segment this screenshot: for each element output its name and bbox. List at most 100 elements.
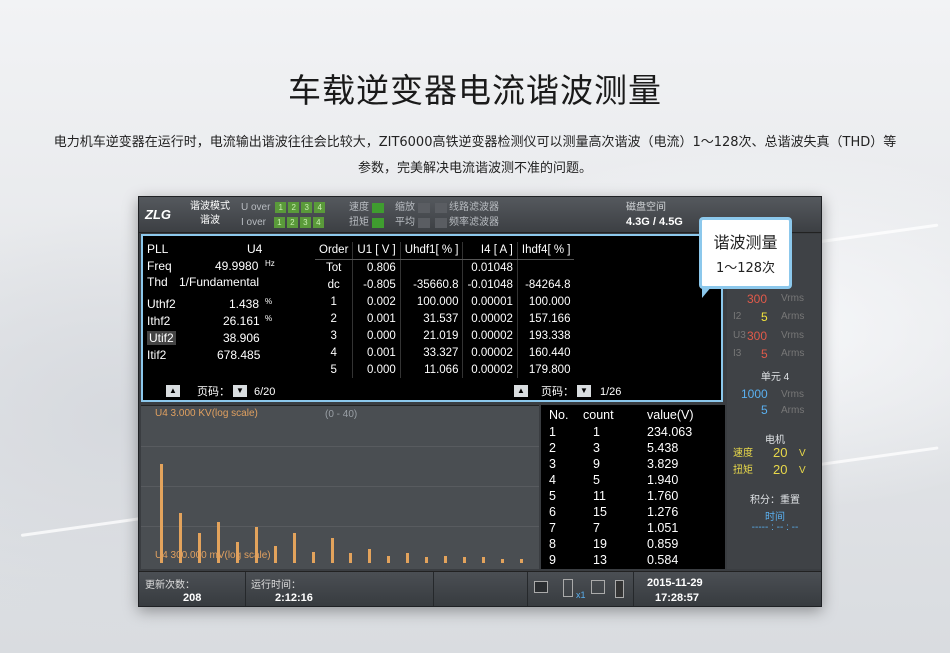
speed-indicator: 速度 bbox=[349, 202, 384, 214]
chart-bottom-label: U4 300.000 mV(log scale) bbox=[155, 550, 271, 561]
harmonic-bar bbox=[462, 557, 466, 563]
harmonic-callout: 谐波测量 1～128次 bbox=[699, 217, 792, 289]
ithf-label: Ithf2 bbox=[147, 314, 171, 328]
utif-value: 38.906 bbox=[223, 331, 260, 345]
harmonic-bar bbox=[349, 553, 353, 563]
pager-right: ▲ 页码： ▼ 1/26 bbox=[511, 385, 621, 399]
i3-value: 5 bbox=[761, 347, 768, 361]
callout-range: 1～128次 bbox=[715, 261, 776, 276]
i3-unit: Arms bbox=[781, 348, 805, 359]
list-item: 3 9 3.829 bbox=[549, 457, 679, 471]
harmonic-bar bbox=[406, 553, 410, 563]
monitor-icon bbox=[534, 581, 548, 593]
zoom-indicator: 缩放 bbox=[395, 202, 430, 214]
i2-label: I2 bbox=[733, 311, 742, 322]
torque-indicator: 扭矩 bbox=[349, 217, 384, 229]
i3-label: I3 bbox=[733, 348, 742, 359]
harmonic-bar bbox=[387, 556, 391, 563]
ithf-value: 26.161 bbox=[223, 314, 260, 328]
harmonic-bar bbox=[330, 538, 334, 563]
time-value: 17:28:57 bbox=[655, 592, 700, 604]
harmonic-bar bbox=[292, 532, 296, 563]
thd-value: 1/Fundamental bbox=[179, 275, 260, 289]
update-count-value: 208 bbox=[183, 592, 202, 604]
mode-indicator[interactable]: 谐波模式 谐波 bbox=[183, 200, 237, 228]
harmonic-bar bbox=[481, 557, 485, 563]
harmonic-bar bbox=[500, 558, 504, 563]
runtime-label: 运行时间： bbox=[251, 580, 301, 591]
mode-value: 谐波 bbox=[200, 215, 220, 226]
harmonic-bar bbox=[311, 551, 315, 563]
table-header: Order U1 [ V ] Uhdf1[ % ] I4 [ A ] Ihdf4… bbox=[315, 242, 575, 260]
integral-reset-label[interactable]: 积分：重置 bbox=[727, 491, 821, 506]
harmonic-bar bbox=[160, 463, 164, 563]
harmonic-bar bbox=[273, 546, 277, 563]
table-row: dc -0.805 -35660.8 -0.01048 -84264.8 bbox=[315, 276, 574, 293]
page-indicator-left: 6/20 bbox=[254, 386, 276, 398]
pll-value: U4 bbox=[247, 242, 263, 256]
list-item: 9 13 0.584 bbox=[549, 553, 679, 567]
callout-tail bbox=[702, 286, 712, 298]
u4-unit: Vrms bbox=[781, 389, 804, 400]
speed-unit: V bbox=[799, 448, 806, 459]
usb-icon bbox=[563, 579, 573, 597]
page-down-button[interactable]: ▼ bbox=[233, 385, 247, 397]
list-item: 1 1 234.063 bbox=[549, 425, 693, 439]
freq-value: 49.9980 bbox=[215, 259, 259, 273]
freq-unit: Hz bbox=[265, 259, 275, 268]
i2-value: 5 bbox=[761, 310, 768, 324]
page-up-button[interactable]: ▲ bbox=[166, 385, 180, 397]
update-count-label: 更新次数： bbox=[145, 580, 195, 591]
harmonic-bar bbox=[368, 549, 372, 563]
description-line-1: 电力机车逆变器在运行时，电流输出谐波往往会比较大，ZIT6000高铁逆变器检测仪… bbox=[53, 135, 897, 150]
date-value: 2015-11-29 bbox=[647, 577, 703, 589]
chart-top-label: U4 3.000 KV(log scale) bbox=[155, 408, 258, 419]
page-title: 车载逆变器电流谐波测量 bbox=[288, 71, 662, 110]
description-line-2: 参数，完美解决电流谐波测不准的问题。 bbox=[357, 161, 592, 176]
u-over-indicator: U over 1234 bbox=[241, 202, 326, 214]
usb-count: x1 bbox=[576, 590, 586, 600]
torque-unit: V bbox=[799, 465, 806, 476]
integral-time-value: ----- : -- : -- bbox=[751, 522, 799, 533]
i-over-indicator: I over 1234 bbox=[241, 217, 324, 229]
torque-value: 20 bbox=[773, 462, 788, 477]
table-row: 4 0.001 33.327 0.00002 160.440 bbox=[315, 344, 574, 361]
list-item: 7 7 1.051 bbox=[549, 521, 679, 535]
thd-label: Thd bbox=[147, 275, 168, 289]
average-indicator: 平均 bbox=[395, 217, 430, 229]
list-item: 4 5 1.940 bbox=[549, 473, 679, 487]
harmonic-bar bbox=[443, 556, 447, 563]
count-table-header: No. count value(V) bbox=[549, 408, 694, 422]
u2-value: 300 bbox=[747, 292, 768, 306]
table-row: 2 0.001 31.537 0.00002 157.166 bbox=[315, 310, 574, 327]
table-row: Tot 0.806 0.01048 bbox=[315, 259, 574, 276]
harmonic-bar bbox=[519, 558, 523, 563]
list-item: 2 3 5.438 bbox=[549, 441, 679, 455]
table-row: 3 0.000 21.019 0.00002 193.338 bbox=[315, 327, 574, 344]
table-row: 5 0.000 11.066 0.00002 179.800 bbox=[315, 361, 574, 378]
freq-filter-indicator: 频率滤波器 bbox=[432, 217, 499, 229]
harmonic-panel: PLL U4 Freq 49.9980 Hz Thd 1/Fundamental… bbox=[141, 234, 723, 402]
uthf-label: Uthf2 bbox=[147, 297, 176, 311]
uthf-unit: % bbox=[265, 297, 273, 306]
itif-label: Itif2 bbox=[147, 348, 167, 362]
pager-left: ▲ 页码： ▼ 6/20 bbox=[163, 385, 275, 399]
u3-unit: Vrms bbox=[781, 330, 804, 341]
storage-icon bbox=[591, 580, 605, 594]
torque-label: 扭矩 bbox=[733, 465, 753, 476]
battery-icon bbox=[615, 580, 624, 598]
integral-time-label: 时间 bbox=[765, 512, 785, 523]
disk-space: 磁盘空间 4.3G / 4.5G bbox=[626, 202, 683, 228]
u3-value: 300 bbox=[747, 329, 768, 343]
page-up-button-right[interactable]: ▲ bbox=[514, 385, 528, 397]
page-down-button-right[interactable]: ▼ bbox=[577, 385, 591, 397]
list-item: 5 11 1.760 bbox=[549, 489, 679, 503]
i2-unit: Arms bbox=[781, 311, 805, 322]
callout-title: 谐波测量 bbox=[713, 233, 778, 252]
speed-value: 20 bbox=[773, 445, 788, 460]
zlg-logo: ZLG bbox=[145, 207, 171, 222]
u3-label: U3 bbox=[733, 330, 746, 341]
mode-title: 谐波模式 bbox=[190, 201, 230, 212]
u4-value: 1000 bbox=[741, 387, 768, 401]
utif-label[interactable]: Utif2 bbox=[147, 330, 176, 346]
